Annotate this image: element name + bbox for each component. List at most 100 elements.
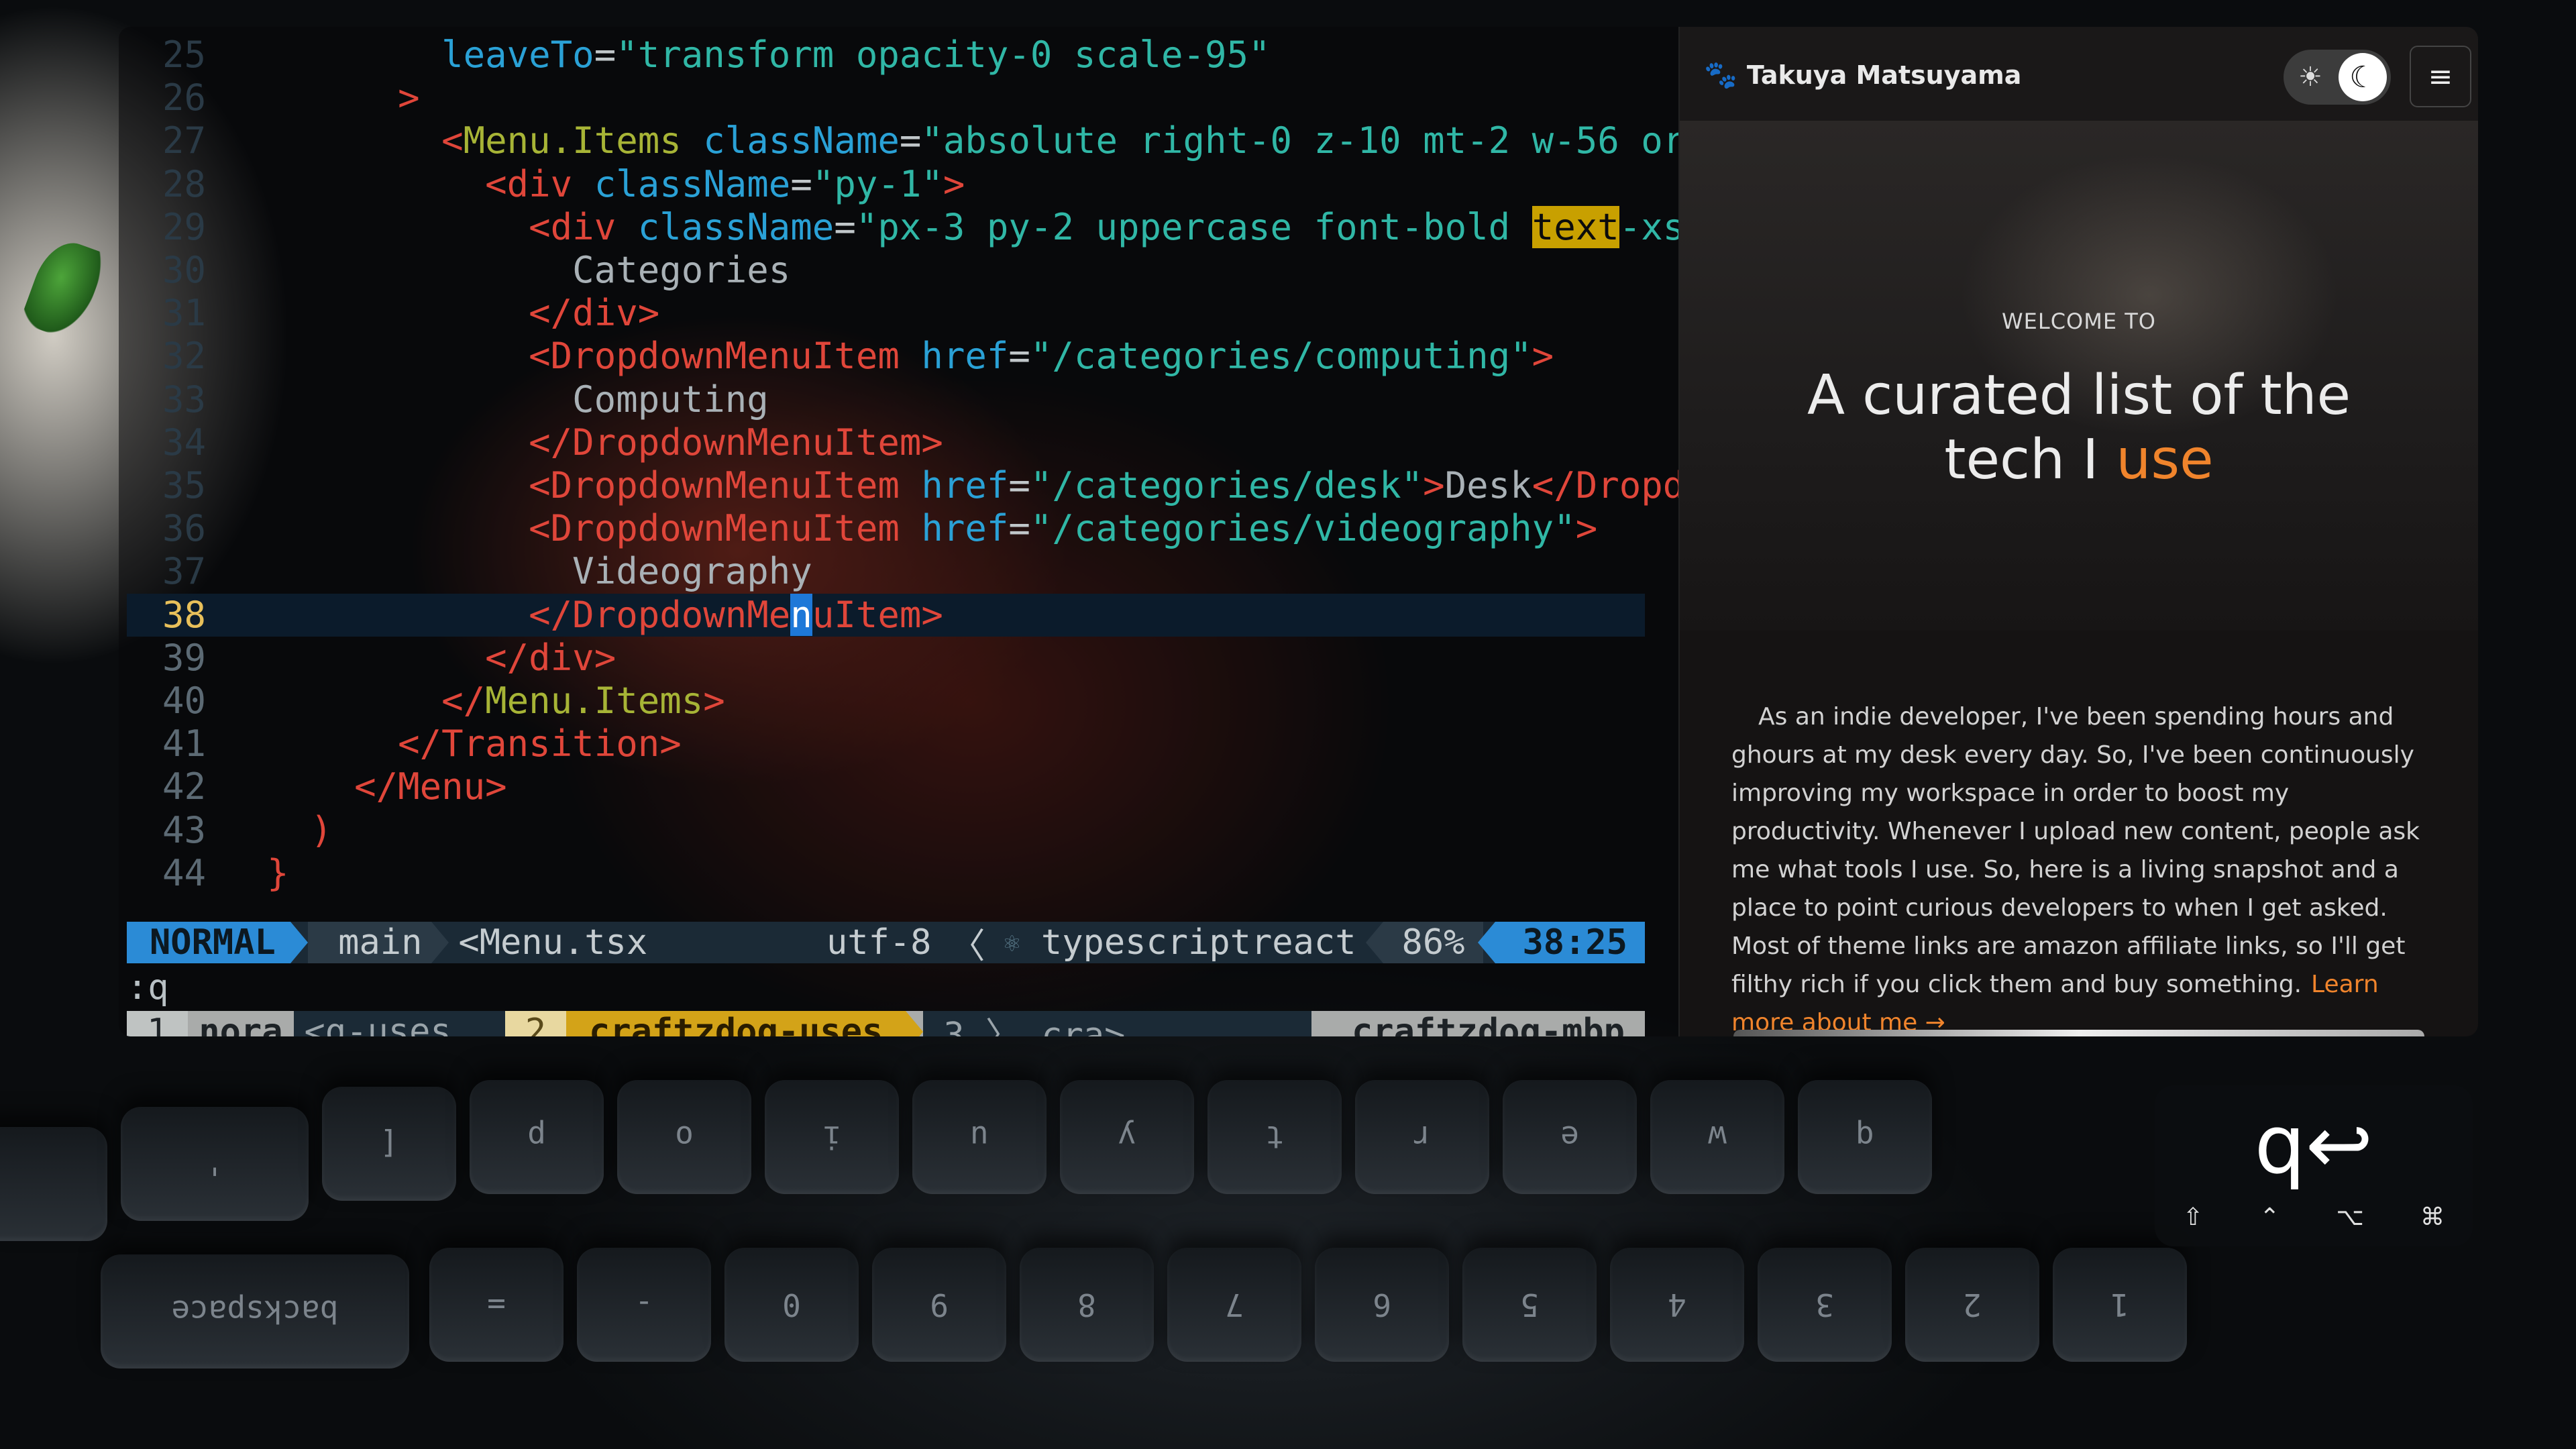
code-line[interactable]: 25 leaveTo="transform opacity-0 scale-95… [119, 34, 1645, 76]
code-line[interactable]: 41 </Transition> [119, 722, 1645, 765]
line-number: 25 [162, 34, 206, 76]
site-brand[interactable]: 🐾 Takuya Matsuyama [1704, 59, 2021, 91]
moon-icon: ☾ [2339, 53, 2387, 101]
code-line[interactable]: 28 <div className="py-1"> [119, 163, 1645, 206]
theme-toggle[interactable]: ☀ ☾ [2284, 50, 2391, 105]
code-token: </DropdownMe [529, 593, 791, 636]
bg-key: 0 [724, 1248, 859, 1362]
react-icon: ⚛ [1004, 927, 1020, 958]
command-icon: ⌘ [2420, 1203, 2445, 1231]
background-plant [19, 233, 109, 343]
code-token: Computing [572, 378, 769, 421]
code-token: "py-1" [812, 162, 943, 205]
line-code: </Menu> [223, 765, 507, 808]
tmux-window-1-name[interactable]: nora [188, 1011, 294, 1036]
code-token: <div [485, 162, 573, 205]
line-code: Categories [223, 249, 790, 291]
line-number: 31 [162, 292, 206, 335]
code-line[interactable]: 40 </Menu.Items> [119, 680, 1645, 722]
line-number: 41 [162, 722, 206, 765]
code-token: className [637, 205, 835, 248]
line-number: 36 [162, 507, 206, 550]
git-branch-name: main [338, 922, 423, 963]
code-token: </div> [529, 292, 660, 335]
code-token: = [1008, 507, 1030, 550]
paw-icon: 🐾 [1704, 60, 1737, 91]
code-token: "/categories/computing" [1030, 335, 1532, 378]
code-token: Menu.Items [463, 119, 682, 162]
code-line[interactable]: 37 Videography [119, 550, 1645, 593]
command-line[interactable]: :q [127, 967, 169, 1008]
code-token: <DropdownMenuItem [529, 507, 900, 550]
code-token: href [921, 335, 1009, 378]
bg-key: 1 [2053, 1248, 2187, 1362]
vim-mode: NORMAL [127, 922, 290, 963]
terminal-window[interactable]: 25 leaveTo="transform opacity-0 scale-95… [119, 27, 1678, 1036]
line-code: </DropdownMenuItem> [223, 421, 943, 464]
tmux-hostname: craftzdog-mbp [1311, 1011, 1645, 1036]
line-number: 42 [162, 765, 206, 808]
code-token: <div [529, 205, 616, 248]
code-line[interactable]: 44 } [119, 852, 1645, 895]
code-line[interactable]: 39 </div> [119, 637, 1645, 680]
bg-key: 7 [1167, 1248, 1301, 1362]
code-line[interactable]: 29 <div className="px-3 py-2 uppercase f… [119, 205, 1678, 249]
line-code: </DropdownMenuItem> [223, 593, 943, 636]
powerline-thin-separator: 〈 [950, 926, 985, 967]
code-line[interactable]: 34 </DropdownMenuItem> [119, 421, 1645, 464]
code-line[interactable]: 43 ) [119, 809, 1645, 852]
code-token: </ [441, 680, 486, 722]
line-number: 39 [162, 636, 206, 679]
code-token: </Dropdo [1532, 464, 1678, 506]
code-line[interactable]: 27 <Menu.Items className="absolute right… [119, 119, 1678, 162]
code-line[interactable]: 42 </Menu> [119, 765, 1645, 808]
code-line[interactable]: 31 </div> [119, 292, 1645, 335]
code-token: > [398, 76, 420, 119]
bg-key: 5 [1462, 1248, 1597, 1362]
line-number: 30 [162, 249, 206, 291]
line-number: 29 [162, 205, 206, 248]
code-line[interactable]: 35 <DropdownMenuItem href="/categories/d… [119, 464, 1678, 507]
about-text: As an indie developer, I've been spendin… [1731, 703, 2420, 998]
line-code: > [223, 76, 420, 119]
code-token: > [703, 680, 725, 722]
code-line[interactable]: 30 Categories [119, 249, 1645, 292]
code-line[interactable]: 26 > [119, 76, 1645, 119]
site-brand-name: Takuya Matsuyama [1746, 60, 2022, 90]
code-line-current[interactable]: 38 </DropdownMenuItem> [127, 593, 1645, 637]
code-line[interactable]: 36 <DropdownMenuItem href="/categories/v… [119, 507, 1645, 550]
code-line[interactable]: 33 Computing [119, 378, 1645, 421]
tmux-window-2-index[interactable]: 2 [504, 1011, 567, 1036]
code-token: = [1008, 464, 1030, 506]
code-token: Desk [1444, 464, 1532, 506]
line-code: leaveTo="transform opacity-0 scale-95" [223, 34, 1270, 76]
tmux-window-1-index[interactable]: 1 [127, 1011, 189, 1036]
code-token: className [703, 119, 900, 162]
sun-icon: ☀ [2298, 62, 2322, 93]
line-code: Videography [223, 550, 812, 592]
hamburger-menu-button[interactable]: ≡ [2410, 46, 2471, 107]
line-code: Computing [223, 378, 769, 421]
code-line[interactable]: 32 <DropdownMenuItem href="/categories/c… [119, 335, 1645, 378]
code-token: > [943, 162, 965, 205]
tmux-window-2-name[interactable]: craftzdog-uses [566, 1011, 906, 1036]
tmux-spacer [1145, 1011, 1311, 1036]
bg-key: u [912, 1080, 1046, 1194]
browser-panel[interactable]: 🐾 Takuya Matsuyama ☀ ☾ ≡ WELCOME TO A cu… [1678, 27, 2478, 1036]
about-paragraph: As an indie developer, I've been spendin… [1731, 698, 2443, 1036]
code-token: < [441, 119, 464, 162]
powerline-separator [431, 922, 449, 963]
line-code: <DropdownMenuItem href="/categories/comp… [223, 335, 1554, 377]
line-code: <div className="py-1"> [223, 163, 965, 205]
bg-key: 4 [1610, 1248, 1744, 1362]
bg-key: p [470, 1080, 604, 1194]
tmux-window-3[interactable]: 3 〉 cra> [923, 1011, 1146, 1036]
